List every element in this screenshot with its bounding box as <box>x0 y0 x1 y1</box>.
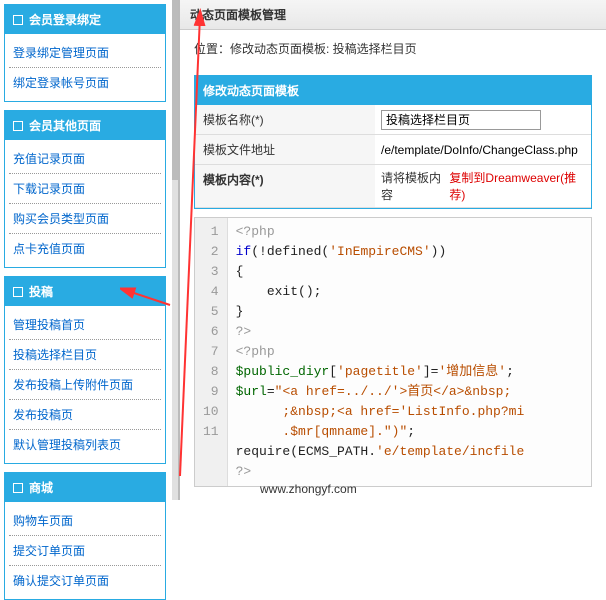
panel-login-bind: 会员登录绑定 登录绑定管理页面 绑定登录帐号页面 <box>4 4 166 102</box>
line-gutter: 1234567891011 <box>195 218 228 486</box>
panel-contribute: 投稿 管理投稿首页 投稿选择栏目页 发布投稿上传附件页面 发布投稿页 默认管理投… <box>4 276 166 464</box>
panel-header[interactable]: 投稿 <box>5 277 165 306</box>
content-hint: 请将模板内容复制到Dreamweaver(推荐) <box>375 165 591 207</box>
label-template-file: 模板文件地址 <box>195 135 375 164</box>
square-icon <box>13 483 23 493</box>
sidebar-item[interactable]: 购物车页面 <box>9 506 161 536</box>
panel-shop: 商城 购物车页面 提交订单页面 确认提交订单页面 <box>4 472 166 600</box>
sidebar-item[interactable]: 发布投稿上传附件页面 <box>9 370 161 400</box>
panel-header[interactable]: 会员登录绑定 <box>5 5 165 34</box>
main-content: 动态页面模板管理 位置：修改动态页面模板: 投稿选择栏目页 修改动态页面模板 模… <box>178 0 606 500</box>
breadcrumb: 位置：修改动态页面模板: 投稿选择栏目页 <box>180 30 606 67</box>
panel-title: 商城 <box>29 479 53 496</box>
label-template-name: 模板名称(*) <box>195 105 375 134</box>
sidebar-item[interactable]: 确认提交订单页面 <box>9 566 161 595</box>
panel-header[interactable]: 会员其他页面 <box>5 111 165 140</box>
code-editor[interactable]: 1234567891011 <?phpif(!defined('InEmpire… <box>194 217 592 487</box>
sidebar-item[interactable]: 绑定登录帐号页面 <box>9 68 161 97</box>
sidebar-item[interactable]: 默认管理投稿列表页 <box>9 430 161 459</box>
sidebar-item[interactable]: 下载记录页面 <box>9 174 161 204</box>
sidebar-item[interactable]: 管理投稿首页 <box>9 310 161 340</box>
sidebar-item[interactable]: 登录绑定管理页面 <box>9 38 161 68</box>
square-icon <box>13 15 23 25</box>
sidebar-item[interactable]: 发布投稿页 <box>9 400 161 430</box>
form-block: 修改动态页面模板 模板名称(*) 模板文件地址 /e/template/DoIn… <box>194 75 592 209</box>
page-title: 动态页面模板管理 <box>180 0 606 30</box>
form-header: 修改动态页面模板 <box>195 76 591 105</box>
sidebar-item[interactable]: 提交订单页面 <box>9 536 161 566</box>
panel-title: 会员登录绑定 <box>29 11 101 28</box>
sidebar-item[interactable]: 点卡充值页面 <box>9 234 161 263</box>
sidebar-item[interactable]: 充值记录页面 <box>9 144 161 174</box>
square-icon <box>13 121 23 131</box>
square-icon <box>13 287 23 297</box>
template-file-value: /e/template/DoInfo/ChangeClass.php <box>375 135 591 164</box>
template-name-input[interactable] <box>381 110 541 130</box>
label-template-content: 模板内容(*) <box>195 165 375 207</box>
panel-title: 投稿 <box>29 283 53 300</box>
code-content[interactable]: <?phpif(!defined('InEmpireCMS')){ exit()… <box>228 218 533 486</box>
panel-title: 会员其他页面 <box>29 117 101 134</box>
footer-watermark: www.zhongyf.com <box>260 482 357 496</box>
panel-member-other: 会员其他页面 充值记录页面 下载记录页面 购买会员类型页面 点卡充值页面 <box>4 110 166 268</box>
sidebar: 会员登录绑定 登录绑定管理页面 绑定登录帐号页面 会员其他页面 充值记录页面 下… <box>0 0 170 500</box>
panel-header[interactable]: 商城 <box>5 473 165 502</box>
sidebar-item[interactable]: 购买会员类型页面 <box>9 204 161 234</box>
sidebar-item-select-column[interactable]: 投稿选择栏目页 <box>9 340 161 370</box>
